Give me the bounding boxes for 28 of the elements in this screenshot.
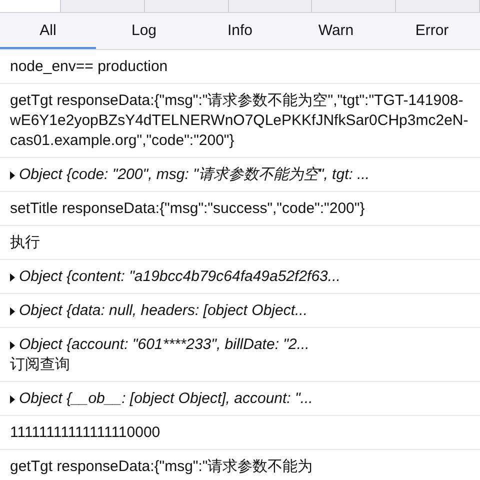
tab[interactable] bbox=[396, 0, 480, 12]
filter-tab[interactable]: Warn bbox=[288, 13, 384, 49]
log-message: getTgt responseData:{"msg":"请求参数不能为 bbox=[10, 457, 314, 477]
tab[interactable] bbox=[0, 0, 61, 12]
filter-tab[interactable]: Error bbox=[384, 13, 480, 49]
expand-icon[interactable] bbox=[10, 272, 15, 282]
log-object[interactable]: Object {__ob__: [object Object], account: "... bbox=[19, 389, 313, 409]
log-message: 订阅查询 bbox=[10, 355, 71, 375]
log-object[interactable]: Object {account: "601****233", billDate: "2... bbox=[19, 335, 310, 355]
filter-tab[interactable]: Info bbox=[192, 13, 288, 49]
log-object[interactable]: Object {data: null, headers: [object Object... bbox=[19, 301, 308, 321]
log-message: node_env== production bbox=[10, 57, 169, 77]
tab[interactable] bbox=[144, 0, 229, 12]
tab[interactable] bbox=[312, 0, 396, 12]
log-object[interactable]: Object {content: "a19bcc4b79c64fa49a52f2f63... bbox=[19, 267, 340, 287]
log-message: 11111111111111110000 bbox=[10, 423, 162, 443]
tab[interactable] bbox=[228, 0, 312, 12]
log-message: 执行 bbox=[10, 233, 41, 253]
tab[interactable] bbox=[61, 0, 145, 12]
filter-tab[interactable]: All bbox=[0, 13, 96, 49]
expand-icon[interactable] bbox=[10, 306, 15, 316]
log-object[interactable]: Object {code: "200", msg: "请求参数不能为空", tgt: ... bbox=[19, 165, 370, 185]
log-message: setTitle responseData:{"msg":"success","code":"200"} bbox=[10, 199, 366, 219]
expand-icon[interactable] bbox=[10, 170, 15, 180]
filter-tab[interactable]: Log bbox=[96, 13, 192, 49]
expand-icon[interactable] bbox=[10, 394, 15, 404]
expand-icon[interactable] bbox=[10, 340, 15, 350]
log-message: getTgt responseData:{"msg":"请求参数不能为空","tgt":"TGT-141908-wE6Y1e2yopBZsY4dTELNERWnO7QLePKKfJNfkSar0CHp3mc2eN-cas01.example.org","code":"200"} bbox=[10, 91, 470, 151]
